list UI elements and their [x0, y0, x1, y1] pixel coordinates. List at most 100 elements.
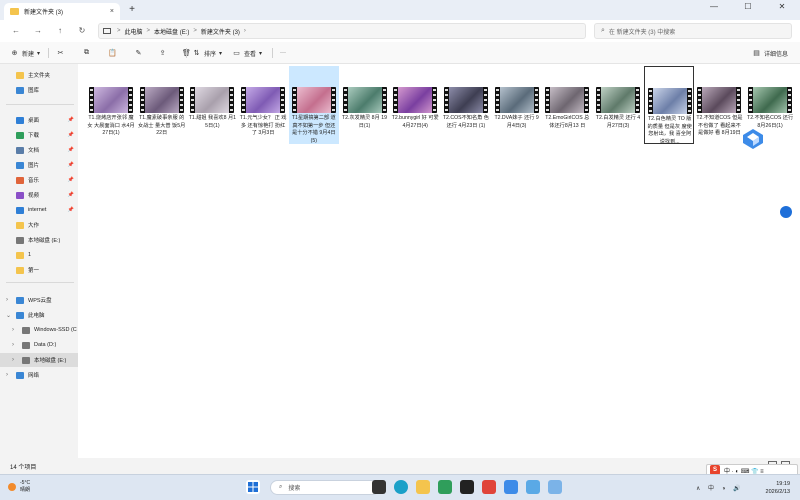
- paste-icon[interactable]: 📋: [108, 47, 120, 59]
- cut-icon[interactable]: ✂: [56, 47, 68, 59]
- sidebar-item[interactable]: › 网络: [0, 368, 78, 382]
- file-item[interactable]: T2.COS不知名角 色 还行 4月23日 (1): [441, 66, 491, 144]
- new-tab-button[interactable]: +: [126, 4, 138, 16]
- sidebar-item[interactable]: 音乐 📌: [0, 173, 78, 187]
- chevron-right-icon[interactable]: ›: [6, 372, 8, 378]
- weather-widget[interactable]: -5°C 晴朗: [8, 480, 30, 494]
- file-explorer-icon[interactable]: [416, 480, 430, 494]
- copy-icon[interactable]: ⧉: [82, 47, 94, 59]
- sidebar-item[interactable]: 下载 📌: [0, 128, 78, 142]
- file-item[interactable]: T1星期搞第二部 道真不如第一步 但还是十分不错 9月4日(5): [288, 66, 339, 144]
- app-icon[interactable]: [438, 480, 452, 494]
- video-thumbnail: [393, 87, 438, 113]
- typora-icon[interactable]: [460, 480, 474, 494]
- breadcrumb-chevron-icon[interactable]: ›: [244, 28, 246, 34]
- home-icon: [16, 71, 24, 79]
- breadcrumb-separator: >: [117, 28, 121, 34]
- forward-button[interactable]: →: [32, 25, 44, 37]
- view-button[interactable]: ▭ 查看 ▾: [232, 47, 262, 59]
- taskview-icon[interactable]: [372, 480, 386, 494]
- windows-icon: [248, 482, 258, 492]
- file-item[interactable]: T1.魔素破事亲服 的女战士 量大普 饭5月22日: [137, 66, 187, 144]
- breadcrumb-this-pc[interactable]: 此电脑: [125, 27, 143, 36]
- details-label: 详细信息: [764, 51, 789, 58]
- pin-icon: 📌: [67, 207, 74, 213]
- taskbar-search[interactable]: ⌕ 搜索: [270, 480, 380, 495]
- video-thumbnail: [291, 87, 336, 113]
- close-window-button[interactable]: ✕: [768, 0, 796, 16]
- file-item[interactable]: T2.DVA妹子 还行 9月4日(3): [492, 66, 542, 144]
- system-tray[interactable]: ∧ 中 ◑ 🔊: [696, 483, 744, 492]
- edge-icon[interactable]: [394, 480, 408, 494]
- sort-button[interactable]: ⇅ 排序 ▾: [192, 47, 222, 59]
- floating-button[interactable]: [780, 206, 792, 218]
- feishu-icon[interactable]: [504, 480, 518, 494]
- tab-close-icon[interactable]: ×: [110, 8, 114, 15]
- video-thumbnail: [748, 87, 793, 113]
- sidebar-item[interactable]: 图库: [0, 83, 78, 97]
- sidebar-item[interactable]: ⌄ 此电脑: [0, 308, 78, 322]
- drive-icon: [22, 326, 30, 334]
- folder-icon: [16, 251, 24, 259]
- file-item[interactable]: T1.烧烤店开张邻 魔女 大晨面消口 水4月27日(1): [86, 66, 136, 144]
- breadcrumb-current-folder[interactable]: 新建文件夹 (3): [201, 27, 240, 36]
- file-item[interactable]: T2.bunnygirl 好 可爱4月27日(4): [390, 66, 440, 144]
- cloud-app-icon[interactable]: [526, 480, 540, 494]
- sidebar-item[interactable]: internet 📌: [0, 203, 78, 217]
- chevron-right-icon[interactable]: ›: [6, 297, 8, 303]
- file-item[interactable]: T2.不知道COS 但是不也做了 看起来不是做好 看 8月19日: [694, 66, 744, 144]
- file-name: T2.COS不知名角 色 还行 4月23日 (1): [442, 115, 489, 129]
- file-item[interactable]: T2.白发精灵 还行 4月27日(3): [593, 66, 643, 144]
- sidebar-item[interactable]: 主文件夹: [0, 68, 78, 82]
- chevron-right-icon[interactable]: ›: [12, 357, 14, 363]
- refresh-button[interactable]: ↻: [76, 25, 88, 37]
- minimize-button[interactable]: —: [700, 0, 728, 16]
- sidebar-item[interactable]: 图片 📌: [0, 158, 78, 172]
- file-name: T2.不知名COS 还行 8月26日(1): [747, 115, 794, 129]
- tab-current-folder[interactable]: 新建文件夹 (3) ×: [4, 3, 120, 20]
- file-item[interactable]: T1.甜姐 我喜欢8 月15日(1): [187, 66, 237, 144]
- chevron-down-icon[interactable]: ⌄: [6, 312, 11, 319]
- command-bar: ⊕ 新建 ▾ ✂ ⧉ 📋 ✎ ⇪ 🗑 ⇅ 排序 ▾ ▭ 查看 ▾ ··· ▤ 详…: [0, 42, 800, 64]
- sidebar-item[interactable]: 视频 📌: [0, 188, 78, 202]
- sort-label: 排序: [204, 51, 217, 58]
- chevron-right-icon[interactable]: ›: [12, 342, 14, 348]
- sidebar-item[interactable]: › WPS云盘: [0, 293, 78, 307]
- sidebar-item[interactable]: › 本地磁盘 (E:): [0, 353, 78, 367]
- sidebar-item[interactable]: 大作: [0, 218, 78, 232]
- sidebar-item[interactable]: › Data (D:): [0, 338, 78, 352]
- chevron-right-icon[interactable]: ›: [12, 327, 14, 333]
- breadcrumb-drive-e[interactable]: 本地磁盘 (E:): [154, 27, 189, 36]
- drive-icon: [16, 236, 24, 244]
- sidebar-item[interactable]: 本地磁盘 (E:): [0, 233, 78, 247]
- sidebar-item[interactable]: › Windows-SSD (C: [0, 323, 78, 337]
- file-name: T2.EmoGirlCOS 总体还行8月13 日: [545, 115, 590, 129]
- maximize-button[interactable]: ☐: [734, 0, 762, 16]
- sidebar-item[interactable]: 1: [0, 248, 78, 262]
- file-item[interactable]: T2.不知名COS 还行 8月26日(1): [745, 66, 795, 144]
- clock[interactable]: 19:19 2026/2/13: [766, 480, 790, 496]
- start-button[interactable]: [246, 480, 260, 494]
- network-app-icon[interactable]: [548, 480, 562, 494]
- pin-icon: 📌: [67, 132, 74, 138]
- more-options-button[interactable]: ···: [280, 47, 286, 59]
- sidebar-item[interactable]: 桌面 📌: [0, 113, 78, 127]
- sidebar-item[interactable]: 文档 📌: [0, 143, 78, 157]
- file-item[interactable]: T2.EmoGirlCOS 总体还行8月13 日: [542, 66, 592, 144]
- share-icon[interactable]: ⇪: [158, 47, 170, 59]
- sidebar-item[interactable]: 第一: [0, 263, 78, 277]
- back-button[interactable]: ←: [10, 25, 22, 37]
- details-button[interactable]: ▤ 详细信息: [752, 47, 788, 59]
- rename-icon[interactable]: ✎: [134, 47, 146, 59]
- breadcrumb-separator: >: [193, 28, 197, 34]
- wps-icon[interactable]: [482, 480, 496, 494]
- sidebar-item-label: WPS云盘: [28, 298, 52, 304]
- search-input[interactable]: ⌕ 在 新建文件夹 (3) 中搜索: [594, 23, 792, 39]
- title-bar: 新建文件夹 (3) × + — ☐ ✕: [0, 0, 800, 20]
- file-item[interactable]: T2.白色精灵 TO 版的质量 但是灰 度使您射出，我 喜全阿说找到...: [643, 66, 694, 145]
- new-button[interactable]: ⊕ 新建 ▾: [10, 47, 40, 59]
- address-bar[interactable]: > 此电脑 > 本地磁盘 (E:) > 新建文件夹 (3) ›: [98, 23, 586, 39]
- file-item[interactable]: T2.灰发精灵 8月 19日(1): [340, 66, 390, 144]
- up-button[interactable]: ↑: [54, 25, 66, 37]
- file-item[interactable]: T1.元气少女？ 正 戏多 还有惊艳打 扮红了 3月3日: [238, 66, 288, 144]
